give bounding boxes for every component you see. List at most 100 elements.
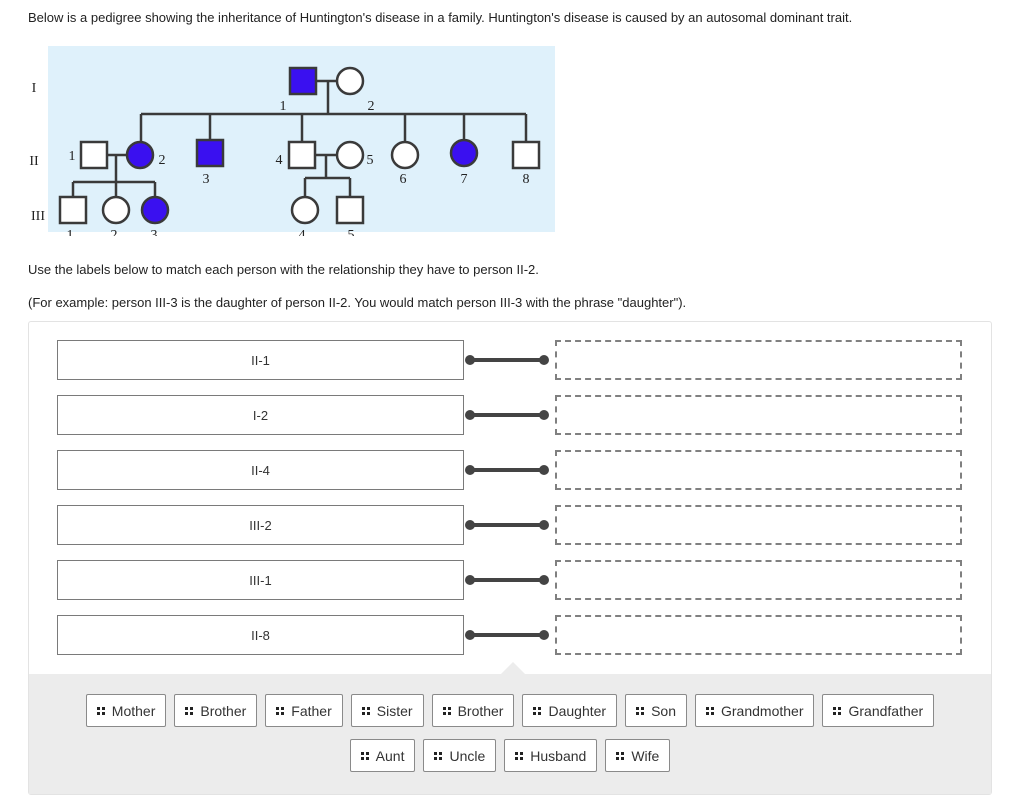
prompt-box: II-4: [57, 450, 464, 490]
label-chip-aunt[interactable]: Aunt: [349, 739, 416, 772]
answer-drop-zone[interactable]: [555, 450, 962, 490]
individual-number: 1: [67, 228, 74, 236]
chip-label: Father: [291, 702, 332, 719]
individual-number: 1: [280, 99, 287, 114]
connector-line: [465, 410, 549, 420]
connector-dot-right: [539, 355, 549, 365]
drag-handle-icon: [616, 751, 625, 760]
intro-text: Below is a pedigree showing the inherita…: [28, 10, 853, 25]
label-chip-brother[interactable]: Brother: [431, 694, 515, 727]
individual-iii-1: [58, 195, 88, 225]
drag-handle-icon: [515, 751, 524, 760]
label-chip-daughter[interactable]: Daughter: [522, 694, 618, 727]
individual-ii-2-affected: [125, 140, 155, 170]
connector-dot-left: [465, 410, 475, 420]
pedigree-svg: 1 21 234 56 7 81 2 3 4 5IIIIII: [29, 46, 555, 236]
drag-handle-icon: [276, 706, 285, 715]
label-chip-uncle[interactable]: Uncle: [423, 739, 497, 772]
connector-line: [465, 575, 549, 585]
chip-label: Husband: [530, 747, 587, 764]
chip-label: Brother: [457, 702, 504, 719]
connector-line: [465, 630, 549, 640]
individual-i-2: [335, 66, 365, 96]
drag-handle-icon: [434, 751, 443, 760]
individual-i-1-affected: [288, 66, 318, 96]
individual-number: 2: [159, 153, 166, 168]
individual-number: 8: [523, 172, 530, 187]
individual-number: 4: [299, 228, 306, 236]
chip-label: Grandmother: [721, 702, 804, 719]
drag-handle-icon: [360, 751, 369, 760]
chip-label: Wife: [631, 747, 660, 764]
chip-label: Grandfather: [848, 702, 924, 719]
chip-label: Brother: [200, 702, 247, 719]
label-bank: Mother Brother Father Sister Brother Daughter…: [29, 662, 991, 794]
connector-line: [465, 355, 549, 365]
individual-ii-6: [390, 140, 420, 170]
prompt-box: I-2: [57, 395, 464, 435]
individual-number: 4: [276, 153, 283, 168]
individual-ii-5: [335, 140, 365, 170]
connector-dot-right: [539, 520, 549, 530]
matching-panel: II-1 I-2 II-4 III-2 III-1 II-8 Mother Brother F…: [28, 321, 992, 795]
label-chip-son[interactable]: Son: [625, 694, 687, 727]
connector-dot-left: [465, 575, 475, 585]
chip-label: Sister: [376, 702, 413, 719]
individual-iii-4: [290, 195, 320, 225]
connector-dot-right: [539, 410, 549, 420]
prompt-box: II-1: [57, 340, 464, 380]
example-text: (For example: person III-3 is the daught…: [28, 295, 687, 310]
individual-number: 1: [69, 149, 76, 164]
answer-drop-zone[interactable]: [555, 505, 962, 545]
answer-drop-zone[interactable]: [555, 560, 962, 600]
connector-dot-left: [465, 630, 475, 640]
label-chip-husband[interactable]: Husband: [504, 739, 598, 772]
individual-ii-7-affected: [449, 138, 479, 168]
individual-ii-1: [79, 140, 109, 170]
connector-line: [465, 465, 549, 475]
individual-number: 5: [367, 153, 374, 168]
drag-handle-icon: [833, 706, 842, 715]
individual-iii-3-affected: [140, 195, 170, 225]
individual-number: 3: [203, 172, 210, 187]
individual-number: 5: [348, 228, 355, 236]
drag-handle-icon: [96, 706, 105, 715]
generation-label: I: [32, 81, 37, 96]
connector-dot-left: [465, 355, 475, 365]
connector-dot-right: [539, 630, 549, 640]
label-chip-father[interactable]: Father: [265, 694, 343, 727]
chip-label: Aunt: [375, 747, 405, 764]
label-chip-grandmother[interactable]: Grandmother: [695, 694, 815, 727]
individual-ii-4: [287, 140, 317, 170]
answer-drop-zone[interactable]: [555, 340, 962, 380]
match-row: II-1: [57, 340, 962, 380]
connector-dot-right: [539, 465, 549, 475]
connector-dot-left: [465, 520, 475, 530]
chip-label: Daughter: [548, 702, 607, 719]
drag-handle-icon: [185, 706, 194, 715]
label-chip-brother[interactable]: Brother: [174, 694, 258, 727]
match-row: III-2: [57, 505, 962, 545]
prompt-box: III-2: [57, 505, 464, 545]
label-chip-mother[interactable]: Mother: [85, 694, 167, 727]
answer-drop-zone[interactable]: [555, 395, 962, 435]
drag-handle-icon: [533, 706, 542, 715]
label-chip-sister[interactable]: Sister: [350, 694, 424, 727]
individual-number: 2: [368, 99, 375, 114]
drag-handle-icon: [706, 706, 714, 715]
individual-number: 3: [151, 228, 158, 236]
answer-drop-zone[interactable]: [555, 615, 962, 655]
label-chip-wife[interactable]: Wife: [605, 739, 671, 772]
match-row: II-8: [57, 615, 962, 655]
prompt-label: II-4: [251, 462, 270, 478]
individual-number: 2: [111, 228, 118, 236]
chip-label: Mother: [111, 702, 156, 719]
generation-label: II: [29, 154, 39, 169]
connector-dot-left: [465, 465, 475, 475]
individual-ii-8: [511, 140, 541, 170]
match-row: II-4: [57, 450, 962, 490]
connector-line: [465, 520, 549, 530]
generation-label: III: [31, 209, 45, 224]
label-chip-grandfather[interactable]: Grandfather: [822, 694, 935, 727]
chip-label: Uncle: [449, 747, 486, 764]
